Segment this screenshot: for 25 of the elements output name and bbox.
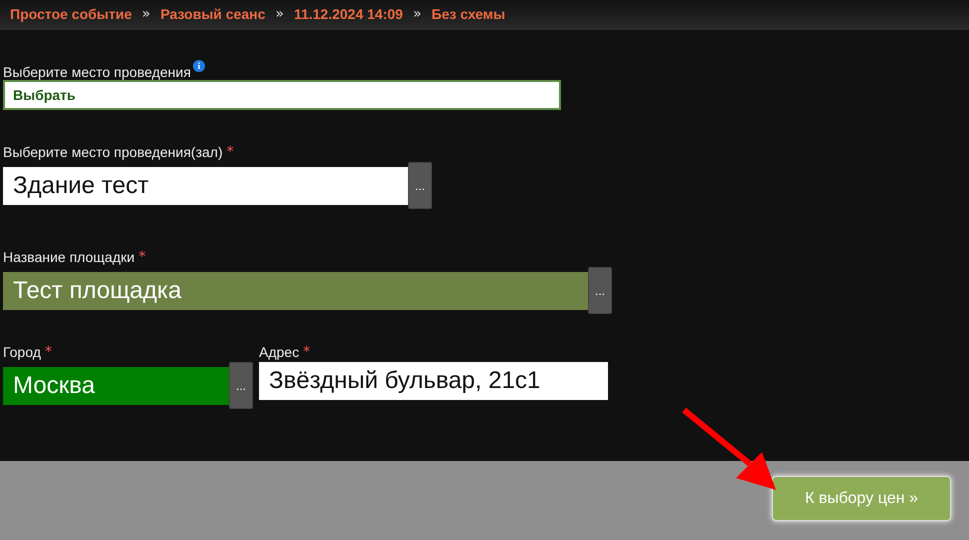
required-mark: * <box>44 344 52 360</box>
input-field[interactable]: Тест площадка <box>3 272 588 310</box>
field-label: Название площадки <box>3 249 135 265</box>
field-label: Выберите место проведения(зал) <box>3 144 223 160</box>
required-mark: * <box>138 249 146 265</box>
breadcrumb-separator: » <box>412 6 422 22</box>
input-field[interactable]: Москва <box>3 366 229 404</box>
field-label: Город <box>3 344 41 360</box>
info-icon[interactable] <box>192 60 205 72</box>
required-mark: * <box>226 144 234 160</box>
breadcrumb-separator: » <box>275 6 284 22</box>
breadcrumb-separator: » <box>142 6 150 22</box>
picker-button[interactable]: ... <box>229 362 253 409</box>
required-mark: * <box>303 344 310 360</box>
breadcrumb-link[interactable]: Разовый сеанс <box>160 6 266 22</box>
breadcrumb-link[interactable]: Простое событие <box>10 6 132 22</box>
input-field[interactable]: Здание тест <box>3 166 408 204</box>
venue-select[interactable]: Выбрать <box>3 80 561 110</box>
picker-button[interactable]: ... <box>588 267 612 314</box>
field-label: Выберите место проведения <box>3 64 191 80</box>
picker-button[interactable]: ... <box>408 162 432 209</box>
breadcrumb-link[interactable]: 11.12.2024 14:09 <box>294 6 403 22</box>
breadcrumb-link[interactable]: Без схемы <box>432 6 506 22</box>
input-field[interactable]: Звёздный бульвар, 21с1 <box>259 362 608 400</box>
field-label: Адрес <box>259 344 300 360</box>
